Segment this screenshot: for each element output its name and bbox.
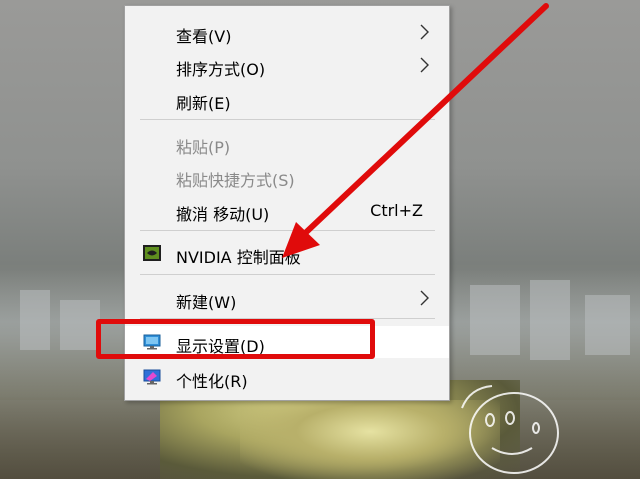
menu-item-label: 个性化(R) bbox=[176, 372, 248, 391]
menu-item-label: 刷新(E) bbox=[176, 94, 231, 113]
nvidia-icon bbox=[143, 245, 161, 261]
menu-item-personalize[interactable]: 个性化(R) bbox=[125, 361, 449, 393]
menu-item-label: 查看(V) bbox=[176, 27, 232, 46]
annotation-highlight-box bbox=[96, 319, 375, 359]
building bbox=[530, 280, 570, 360]
menu-item-view[interactable]: 查看(V) bbox=[125, 16, 449, 48]
chevron-right-icon bbox=[420, 24, 429, 40]
menu-item-label: 排序方式(O) bbox=[176, 60, 266, 79]
menu-item-nvidia-control-panel[interactable]: NVIDIA 控制面板 bbox=[125, 237, 449, 269]
menu-item-label: 粘贴快捷方式(S) bbox=[176, 171, 295, 190]
menu-item-new[interactable]: 新建(W) bbox=[125, 282, 449, 314]
menu-item-refresh[interactable]: 刷新(E) bbox=[125, 83, 449, 115]
menu-separator bbox=[140, 230, 435, 231]
menu-item-shortcut: Ctrl+Z bbox=[370, 201, 423, 220]
menu-item-label: 粘贴(P) bbox=[176, 138, 231, 157]
menu-separator bbox=[140, 119, 435, 120]
building bbox=[20, 290, 50, 350]
menu-item-sort-by[interactable]: 排序方式(O) bbox=[125, 49, 449, 81]
menu-item-label: NVIDIA 控制面板 bbox=[176, 248, 301, 267]
menu-item-paste-shortcut[interactable]: 粘贴快捷方式(S) bbox=[125, 160, 449, 192]
menu-separator bbox=[140, 274, 435, 275]
menu-item-label: 新建(W) bbox=[176, 293, 237, 312]
building bbox=[470, 285, 520, 355]
personalize-icon bbox=[143, 369, 161, 385]
chevron-right-icon bbox=[420, 57, 429, 73]
chevron-right-icon bbox=[420, 290, 429, 306]
menu-item-paste[interactable]: 粘贴(P) bbox=[125, 127, 449, 159]
doodle-balloon bbox=[461, 385, 559, 474]
building bbox=[585, 295, 630, 355]
menu-item-label: 撤消 移动(U) bbox=[176, 205, 270, 224]
building bbox=[60, 300, 100, 350]
menu-item-undo-move[interactable]: 撤消 移动(U) Ctrl+Z bbox=[125, 194, 449, 226]
